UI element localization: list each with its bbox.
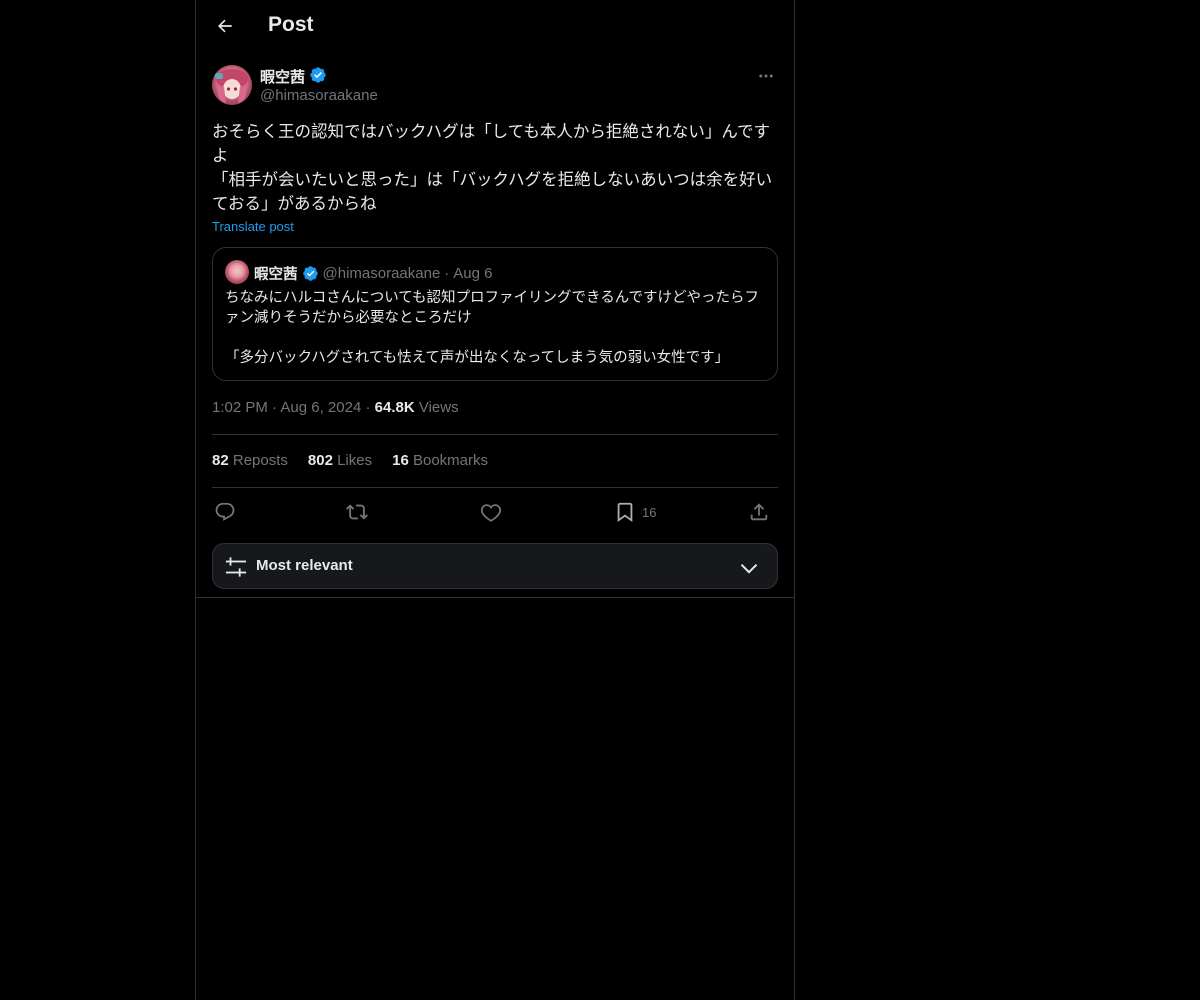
post-header: Post xyxy=(196,0,794,53)
sort-label: Most relevant xyxy=(256,557,353,574)
bookmarks-label: Bookmarks xyxy=(412,452,489,469)
reposts-label: Reposts xyxy=(232,452,288,469)
divider xyxy=(196,597,794,598)
bookmarks-stat[interactable]: 16 Bookmarks xyxy=(392,452,488,469)
chevron-down-icon xyxy=(740,563,758,574)
post-actions-bar: 16 xyxy=(212,498,778,526)
author-name[interactable]: 暇空茜 xyxy=(260,66,305,87)
quoted-avatar xyxy=(225,260,249,284)
post-stats: 82 Reposts 802 Likes 16 Bookmarks xyxy=(212,452,488,469)
avatar-illustration xyxy=(215,69,248,103)
repost-icon xyxy=(346,504,368,520)
heart-icon xyxy=(480,504,502,522)
share-icon xyxy=(750,503,768,521)
more-horizontal-icon xyxy=(759,74,773,78)
back-button[interactable] xyxy=(208,9,242,43)
more-options-button[interactable] xyxy=(754,64,778,88)
views-count: 64.8K xyxy=(374,399,415,416)
quoted-post-text: ちなみにハルコさんについても認知プロファイリングできるんですけどやったらファン減… xyxy=(225,290,760,366)
share-button[interactable] xyxy=(748,498,770,526)
verified-badge-icon xyxy=(310,67,326,83)
post-date[interactable]: Aug 6, 2024 xyxy=(280,399,361,416)
separator-dot: · xyxy=(365,399,371,416)
translate-post-link[interactable]: Translate post xyxy=(212,219,294,234)
divider xyxy=(212,434,778,435)
bookmark-button[interactable]: 16 xyxy=(614,498,656,526)
quoted-author-handle: @himasoraakane xyxy=(322,264,441,282)
reposts-count: 82 xyxy=(212,452,229,469)
likes-stat[interactable]: 802 Likes xyxy=(308,452,372,469)
page-title: Post xyxy=(268,13,314,36)
separator-dot: · xyxy=(272,399,278,416)
quoted-post[interactable]: 暇空茜 @himasoraakane · Aug 6 ちなみにハルコさんについて… xyxy=(212,247,778,381)
like-button[interactable] xyxy=(480,498,502,526)
reply-sort-dropdown[interactable]: Most relevant xyxy=(212,543,778,589)
author-handle[interactable]: @himasoraakane xyxy=(260,87,378,104)
likes-count: 802 xyxy=(307,452,333,469)
sliders-icon xyxy=(225,557,247,577)
reply-button[interactable] xyxy=(214,498,236,526)
repost-button[interactable] xyxy=(346,498,368,526)
bookmark-count: 16 xyxy=(642,504,657,520)
reply-icon xyxy=(215,502,235,521)
main-column: Post 暇空茜 @himasoraakane おそらく王の認知ではバックハグは… xyxy=(195,0,795,1000)
verified-badge-icon xyxy=(302,265,318,281)
quoted-author-name: 暇空茜 xyxy=(254,266,298,283)
arrow-left-icon xyxy=(218,19,232,33)
avatar[interactable] xyxy=(212,65,252,105)
post-meta: 1:02 PM · Aug 6, 2024 · 64.8K Views xyxy=(212,399,459,416)
separator-dot: · xyxy=(444,264,450,282)
post-text: おそらく王の認知ではバックハグは「しても本人から拒絶されない」んですよ 「相手が… xyxy=(212,122,773,213)
post-time[interactable]: 1:02 PM xyxy=(212,399,268,416)
views-label: Views xyxy=(418,399,459,416)
likes-label: Likes xyxy=(337,452,373,469)
reposts-stat[interactable]: 82 Reposts xyxy=(212,452,288,469)
bookmark-filled-icon xyxy=(617,502,633,523)
divider xyxy=(212,487,778,488)
quoted-post-date: Aug 6 xyxy=(453,264,493,282)
quoted-post-header: 暇空茜 @himasoraakane · Aug 6 xyxy=(254,263,493,283)
bookmarks-count: 16 xyxy=(392,452,409,469)
post-author: 暇空茜 @himasoraakane xyxy=(212,64,778,108)
